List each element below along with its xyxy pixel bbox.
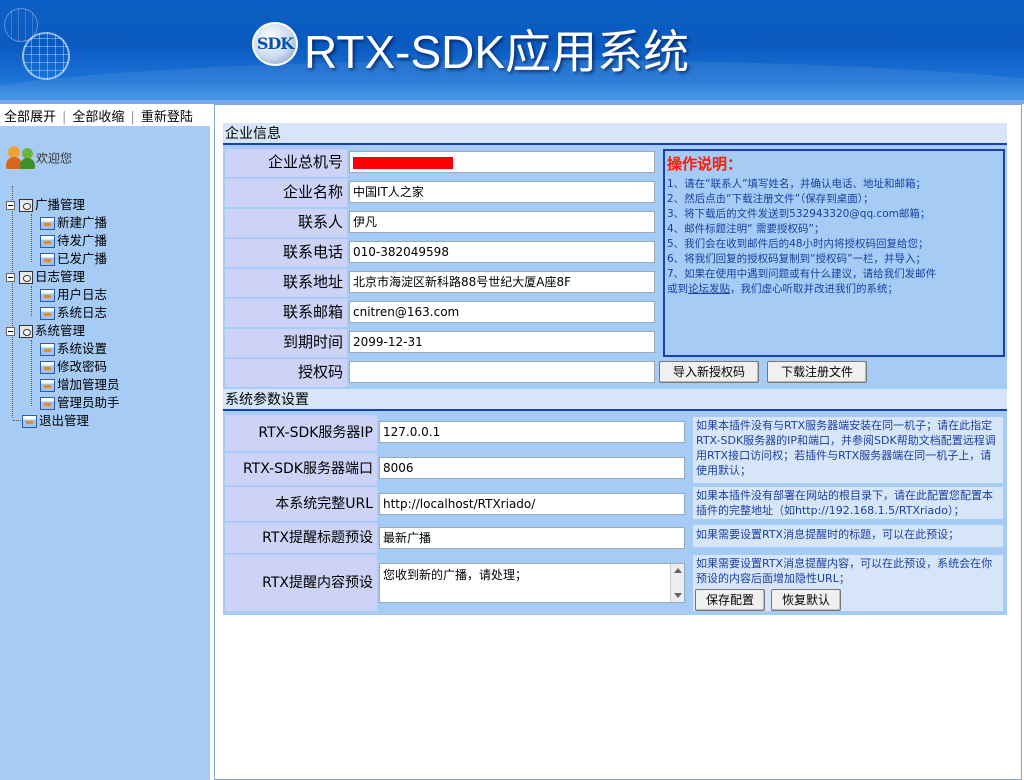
import-auth-code-button[interactable]: 导入新授权码 xyxy=(659,361,759,383)
auth-code-input[interactable] xyxy=(349,361,655,383)
field-label-email: 联系邮箱 xyxy=(225,299,347,327)
field-label-server-port: RTX-SDK服务器端口 xyxy=(225,453,377,485)
main-phone-input[interactable] xyxy=(349,151,655,173)
field-label-expiry: 到期时间 xyxy=(225,329,347,357)
logout-icon xyxy=(22,415,37,428)
sidebar-item-add-admin[interactable]: 增加管理员 xyxy=(40,376,120,394)
welcome-label: 欢迎您 xyxy=(6,146,72,172)
app-title: RTX-SDK应用系统 xyxy=(304,26,690,78)
page-icon xyxy=(40,253,55,266)
sidebar: 全部展开 | 全部收缩 | 重新登陆 欢迎您 广播管理 新建广播 待发广播 已发广播 日… xyxy=(0,104,210,780)
company-name-input[interactable]: 中国IT人之家 xyxy=(349,181,655,203)
instruction-line: 1、请在“联系人”填写姓名，并确认电话、地址和邮箱； xyxy=(667,178,927,190)
tree-line xyxy=(31,340,32,406)
field-label-remind-title: RTX提醒标题预设 xyxy=(225,523,377,553)
collapse-toggle-icon[interactable] xyxy=(6,201,15,210)
remind-title-input[interactable]: 最新广播 xyxy=(379,527,685,549)
contact-person-input[interactable]: 伊凡 xyxy=(349,211,655,233)
tree-group-broadcast[interactable]: 广播管理 xyxy=(6,196,85,214)
field-label-contact-phone: 联系电话 xyxy=(225,239,347,267)
collapse-toggle-icon[interactable] xyxy=(6,273,15,282)
instructions-title: 操作说明： xyxy=(667,155,743,173)
tree-line xyxy=(31,286,32,316)
sidebar-item-user-log[interactable]: 用户日志 xyxy=(40,286,107,304)
folder-icon xyxy=(19,199,33,212)
page-icon xyxy=(40,217,55,230)
restore-default-button[interactable]: 恢复默认 xyxy=(771,589,841,611)
sidebar-item-system-settings[interactable]: 系统设置 xyxy=(40,340,107,358)
system-url-input[interactable]: http://localhost/RTXriado/ xyxy=(379,493,685,515)
page-icon xyxy=(40,397,55,410)
scroll-down-icon[interactable] xyxy=(674,593,682,598)
hint-url: 如果本插件没有部署在网站的根目录下，请在此配置您配置本插件的完整地址（如http… xyxy=(693,487,1003,519)
tree-group-system[interactable]: 系统管理 xyxy=(6,322,85,340)
instruction-line: 3、将下载后的文件发送到532943320@qq.com邮箱； xyxy=(667,208,931,220)
instruction-line: 7、如果在使用中遇到问题或有什么建议，请给我们发邮件 xyxy=(667,268,937,280)
sdk-logo-icon: SDK xyxy=(252,22,298,66)
page-icon xyxy=(40,289,55,302)
download-register-file-button[interactable]: 下载注册文件 xyxy=(767,361,867,383)
field-label-remind-content: RTX提醒内容预设 xyxy=(225,555,377,611)
hint-remind-title: 如果需要设置RTX消息提醒时的标题，可以在此预设； xyxy=(693,525,1003,547)
tree-line xyxy=(12,186,13,418)
page-icon xyxy=(40,307,55,320)
contact-phone-input[interactable]: 010-382049598 xyxy=(349,241,655,263)
remind-content-textarea[interactable] xyxy=(379,563,685,603)
sidebar-item-logout[interactable]: 退出管理 xyxy=(22,412,89,430)
redacted-value xyxy=(353,157,453,169)
collapse-toggle-icon[interactable] xyxy=(6,327,15,336)
forum-post-link[interactable]: 论坛发贴 xyxy=(688,283,730,295)
field-label-system-url: 本系统完整URL xyxy=(225,487,377,521)
instruction-line: 6、将我们回复的授权码复制到“授权码”一栏，并导入； xyxy=(667,253,927,265)
sidebar-item-change-password[interactable]: 修改密码 xyxy=(40,358,107,376)
instruction-line: 2、然后点击“下载注册文件”（保存到桌面）； xyxy=(667,193,874,205)
email-input[interactable]: cnitren@163.com xyxy=(349,301,655,323)
app-header: SDK RTX-SDK应用系统 xyxy=(0,0,1024,100)
sidebar-item-new-broadcast[interactable]: 新建广播 xyxy=(40,214,107,232)
instruction-line: 5、我们会在收到邮件后的48小时内将授权码回复给您； xyxy=(667,238,929,250)
sidebar-item-sent-broadcast[interactable]: 已发广播 xyxy=(40,250,107,268)
field-label-auth-code: 授权码 xyxy=(225,359,347,387)
server-port-input[interactable]: 8006 xyxy=(379,457,685,479)
page-icon xyxy=(40,343,55,356)
page-icon xyxy=(40,235,55,248)
save-config-button[interactable]: 保存配置 xyxy=(695,589,765,611)
folder-icon xyxy=(19,271,33,284)
expand-all-link[interactable]: 全部展开 xyxy=(4,110,56,125)
users-icon xyxy=(6,146,36,170)
sidebar-item-pending-broadcast[interactable]: 待发广播 xyxy=(40,232,107,250)
expiry-date-input[interactable]: 2099-12-31 xyxy=(349,331,655,353)
separator: | xyxy=(130,110,135,125)
folder-icon xyxy=(19,325,33,338)
field-label-address: 联系地址 xyxy=(225,269,347,297)
field-label-phone: 企业总机号 xyxy=(225,149,347,177)
company-section-title: 企业信息 xyxy=(223,123,1007,145)
instructions-box: 操作说明： 1、请在“联系人”填写姓名，并确认电话、地址和邮箱； 2、然后点击“… xyxy=(663,149,1005,357)
scroll-up-icon[interactable] xyxy=(674,568,682,573)
system-section-title: 系统参数设置 xyxy=(223,389,1007,411)
settings-panel: 企业信息 企业总机号 企业名称 中国IT人之家 联系人 伊凡 联系电话 010-… xyxy=(223,123,1007,615)
field-label-contact: 联系人 xyxy=(225,209,347,237)
tree-line xyxy=(31,214,32,262)
main-content: 企业信息 企业总机号 企业名称 中国IT人之家 联系人 伊凡 联系电话 010-… xyxy=(214,104,1022,780)
server-ip-input[interactable]: 127.0.0.1 xyxy=(379,421,685,443)
page-icon xyxy=(40,361,55,374)
hint-server: 如果本插件没有与RTX服务器端安装在同一机子；请在此指定RTX-SDK服务器的I… xyxy=(693,417,1003,483)
sidebar-toolbar: 全部展开 | 全部收缩 | 重新登陆 xyxy=(0,104,210,126)
sidebar-item-admin-assistant[interactable]: 管理员助手 xyxy=(40,394,120,412)
sidebar-item-system-log[interactable]: 系统日志 xyxy=(40,304,107,322)
globe-icon xyxy=(22,32,70,80)
field-label-company-name: 企业名称 xyxy=(225,179,347,207)
page-icon xyxy=(40,379,55,392)
instruction-line: 4、邮件标题注明“ 需要授权码”； xyxy=(667,223,825,235)
separator: | xyxy=(62,110,67,125)
instruction-line: 或到论坛发贴，我们虚心听取并改进我们的系统； xyxy=(667,283,898,295)
textarea-scrollbar[interactable] xyxy=(670,564,684,602)
tree-group-logs[interactable]: 日志管理 xyxy=(6,268,85,286)
collapse-all-link[interactable]: 全部收缩 xyxy=(72,110,124,125)
relogin-link[interactable]: 重新登陆 xyxy=(141,110,193,125)
field-label-server-ip: RTX-SDK服务器IP xyxy=(225,415,377,451)
address-input[interactable]: 北京市海淀区新科路88号世纪大厦A座8F xyxy=(349,271,655,293)
